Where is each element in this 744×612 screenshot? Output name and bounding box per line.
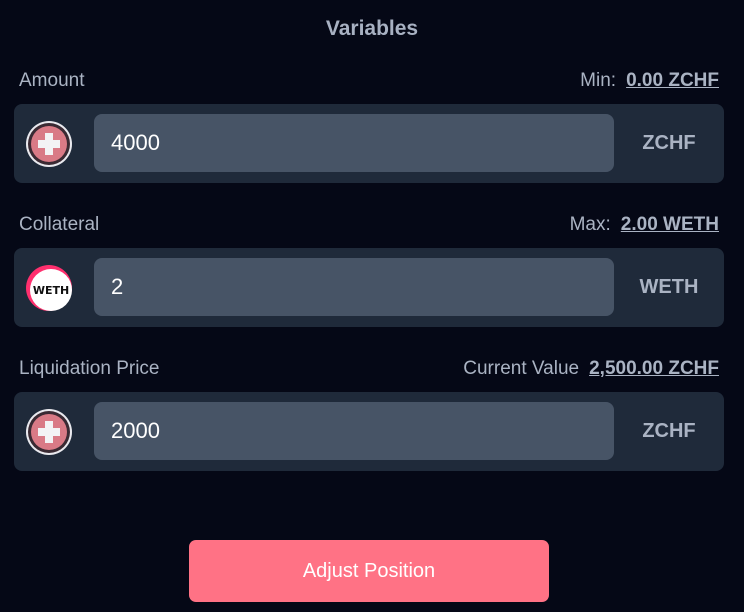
panel-title: Variables [325, 17, 419, 40]
variables-panel: Variables Amount Min: 0.00 ZCHF ZCHF Coll… [0, 0, 744, 612]
amount-min: Min: 0.00 ZCHF [580, 70, 719, 92]
amount-field-group: Amount Min: 0.00 ZCHF ZCHF [14, 70, 724, 183]
current-value-label: Current Value [463, 358, 580, 379]
collateral-max-value-link[interactable]: 2.00 WETH [621, 214, 719, 235]
liquidation-price-header: Liquidation Price Current Value 2,500.00 … [14, 358, 724, 388]
current-value: Current Value 2,500.00 ZCHF [463, 358, 719, 380]
collateral-input-box: WETH WETH [14, 248, 724, 327]
amount-min-value-link[interactable]: 0.00 ZCHF [626, 70, 719, 91]
liquidation-price-unit: ZCHF [642, 420, 696, 442]
amount-input-box: ZCHF [14, 104, 724, 183]
amount-header: Amount Min: 0.00 ZCHF [14, 70, 724, 100]
swiss-franc-coin-icon [26, 409, 72, 455]
swiss-franc-coin-icon [26, 121, 72, 167]
liquidation-price-input[interactable] [94, 402, 614, 460]
amount-unit: ZCHF [642, 132, 696, 154]
liquidation-price-input-box: ZCHF [14, 392, 724, 471]
liquidation-price-label: Liquidation Price [19, 358, 160, 379]
liquidation-price-field-group: Liquidation Price Current Value 2,500.00 … [14, 358, 724, 471]
collateral-label: Collateral [19, 214, 100, 235]
current-value-link[interactable]: 2,500.00 ZCHF [589, 358, 719, 379]
collateral-max-label: Max: [569, 214, 611, 235]
amount-input[interactable] [94, 114, 614, 172]
amount-label: Amount [19, 70, 85, 91]
collateral-unit: WETH [639, 276, 699, 298]
adjust-position-button[interactable]: Adjust Position [189, 540, 549, 602]
collateral-max: Max: 2.00 WETH [570, 214, 719, 236]
collateral-header: Collateral Max: 2.00 WETH [14, 214, 724, 244]
weth-coin-icon: WETH [26, 265, 72, 311]
amount-min-label: Min: [580, 70, 617, 91]
collateral-field-group: Collateral Max: 2.00 WETH WETH WETH [14, 214, 724, 327]
svg-text:WETH: WETH [33, 284, 69, 297]
collateral-input[interactable] [94, 258, 614, 316]
